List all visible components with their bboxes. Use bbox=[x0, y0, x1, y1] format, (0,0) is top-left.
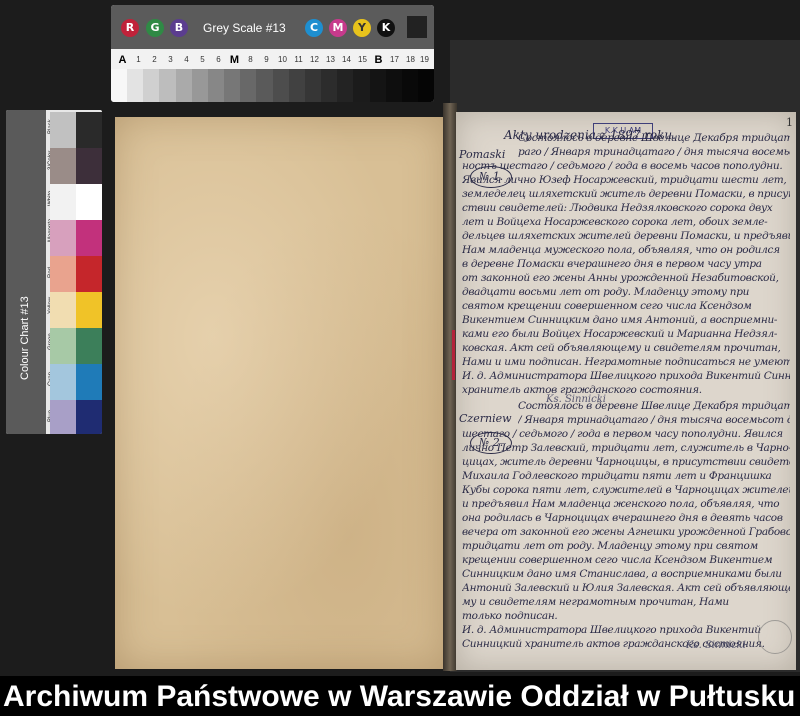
handwritten-line: И. д. Администратора Швелицкого прихода … bbox=[462, 370, 790, 382]
colour-swatch bbox=[76, 148, 102, 184]
handwritten-line: / Января тринадцатаго / дня тысяча восем… bbox=[518, 414, 790, 426]
colour-swatch bbox=[50, 364, 76, 400]
scale-label: 5 bbox=[200, 55, 205, 64]
archive-banner: Archiwum Państwowe w Warszawie Oddział w… bbox=[0, 676, 800, 716]
handwritten-line: ствии свидетелей: Людвика Недзялковского… bbox=[462, 202, 773, 214]
scale-label: 3 bbox=[168, 55, 173, 64]
page-number: 1 bbox=[786, 116, 793, 129]
handwritten-line: Михаила Годлевского тридцати пяти лет и … bbox=[462, 470, 772, 482]
colour-swatch bbox=[50, 328, 76, 364]
colour-swatch bbox=[76, 184, 102, 220]
colour-swatch bbox=[50, 256, 76, 292]
scale-label: 19 bbox=[420, 55, 429, 64]
handwritten-line: и предъявил Нам младенца женского пола, … bbox=[462, 498, 780, 510]
handwritten-line: тридцати лет от роду. Младенцу этому при… bbox=[462, 540, 758, 552]
scale-label: 15 bbox=[358, 55, 367, 64]
handwritten-line: Кубы сорока пяти лет, служителей в Чарно… bbox=[462, 484, 790, 496]
register-page: K.K.U.AM 1 Akty urodzenia z 1897 roku. P… bbox=[456, 112, 796, 670]
color-dot-blue: B bbox=[170, 19, 188, 37]
handwritten-line: ками его были Войцех Носаржевский и Мари… bbox=[462, 328, 778, 340]
handwritten-line: цицах, житель деревни Чарноцицы, в прису… bbox=[462, 456, 790, 468]
scale-label: 10 bbox=[278, 55, 287, 64]
handwritten-line: крещении совершенном сего числа Ксендзом… bbox=[462, 554, 773, 566]
handwritten-line: она родилась в Чарноцицах вчерашнего дня… bbox=[462, 512, 783, 524]
handwritten-line: Антоний Залевский и Юлия Залевская. Акт … bbox=[462, 582, 790, 594]
scale-label: 14 bbox=[342, 55, 351, 64]
colour-swatch bbox=[50, 220, 76, 256]
colour-swatch bbox=[76, 256, 102, 292]
handwritten-line: лет и Войцеха Носаржевского сорока лет, … bbox=[462, 216, 768, 228]
red-thread-marker bbox=[452, 330, 455, 380]
grey-scale-strip bbox=[111, 69, 434, 102]
handwritten-line: Синницким дано имя Станислава, а восприе… bbox=[462, 568, 782, 580]
colour-swatch bbox=[50, 112, 76, 148]
scale-label: 17 bbox=[390, 55, 399, 64]
color-dot-cyan: C bbox=[305, 19, 323, 37]
handwritten-line: Состоялось в деревне Швелице Декабря три… bbox=[518, 400, 790, 412]
colour-swatch bbox=[50, 400, 76, 434]
scale-label: 1 bbox=[136, 55, 141, 64]
scale-label: 4 bbox=[184, 55, 189, 64]
colour-swatch bbox=[76, 328, 102, 364]
colour-swatch bbox=[50, 148, 76, 184]
colour-chart-ruler: Colour Chart #13 bbox=[6, 110, 46, 434]
handwritten-line: Состоялось в деревне Швелице Декабря три… bbox=[518, 132, 790, 144]
color-dot-green: G bbox=[146, 19, 164, 37]
handwritten-line: от законной его жены Анны урожденной Нез… bbox=[462, 272, 779, 284]
scale-label: 8 bbox=[248, 55, 253, 64]
handwritten-line: только подписан. bbox=[462, 610, 558, 622]
handwritten-line: Нами и ими подписан. Неграмотные подписа… bbox=[462, 356, 790, 368]
book-spine bbox=[443, 103, 457, 671]
color-dot-black: K bbox=[377, 19, 395, 37]
handwritten-line: ковская. Акт сей объявляющему и свидетел… bbox=[462, 342, 781, 354]
kodak-logo-icon bbox=[407, 16, 427, 38]
handwritten-line: шестаго / седьмого / года в первом часу … bbox=[462, 428, 783, 440]
colour-swatch bbox=[76, 112, 102, 148]
archive-banner-text: Archiwum Państwowe w Warszawie Oddział w… bbox=[3, 680, 796, 713]
scale-label: B bbox=[374, 54, 383, 66]
handwritten-line: ностъ шестаго / седьмого / года в восемь… bbox=[462, 160, 783, 172]
scale-label: 2 bbox=[152, 55, 157, 64]
handwritten-line: дельцев шляхетских жителей деревни Помас… bbox=[462, 230, 790, 242]
scale-label: A bbox=[118, 54, 127, 66]
seal-icon bbox=[758, 620, 792, 654]
color-dot-red: R bbox=[121, 19, 139, 37]
colour-chart-card: Colour Chart #13 Blue Cyan Green Yellow … bbox=[6, 110, 102, 434]
handwritten-line: И. д. Администратора Швелицкого прихода … bbox=[462, 624, 761, 636]
colour-swatch bbox=[76, 292, 102, 328]
handwritten-line: Нам младенца мужеского пола, объявляя, ч… bbox=[462, 244, 780, 256]
handwritten-line: двадцати восьми лет от роду. Младенцу эт… bbox=[462, 286, 750, 298]
scale-label: 11 bbox=[294, 55, 303, 64]
handwritten-line: Явился лично Юзеф Носаржевский, тридцати… bbox=[462, 174, 787, 186]
handwritten-line: святом крещении совершенном сего числа К… bbox=[462, 300, 752, 312]
scale-label: 6 bbox=[216, 55, 221, 64]
color-dot-magenta: M bbox=[329, 19, 347, 37]
scale-label: M bbox=[229, 54, 240, 66]
grey-scale-header: R G B Grey Scale #13 C M Y K bbox=[111, 5, 434, 49]
colour-swatch bbox=[76, 220, 102, 256]
handwritten-line: Викентием Синницким дано имя Антоний, а … bbox=[462, 314, 778, 326]
grey-scale-numbers: A 1 2 3 4 5 6 M 8 9 10 11 12 13 14 15 B … bbox=[111, 51, 434, 69]
handwritten-line: лично Петр Залевский, тридцати лет, служ… bbox=[462, 442, 790, 454]
scale-label: 9 bbox=[264, 55, 269, 64]
handwritten-line: раго / Января тринадцатаго / дня тысяча … bbox=[518, 146, 790, 158]
grey-scale-card: R G B Grey Scale #13 C M Y K A 1 2 3 4 5… bbox=[111, 5, 434, 102]
handwritten-line: земледелец шляхетский житель деревни Пом… bbox=[462, 188, 790, 200]
grey-scale-title: Grey Scale #13 bbox=[203, 21, 286, 35]
scale-label: 13 bbox=[326, 55, 335, 64]
handwritten-line: вечера от законной его жены Агнешки урож… bbox=[462, 526, 790, 538]
scale-label: 18 bbox=[406, 55, 415, 64]
colour-swatch bbox=[76, 364, 102, 400]
handwritten-line: в деревне Помаски вчерашнего дня в перво… bbox=[462, 258, 762, 270]
colour-swatch bbox=[50, 184, 76, 220]
scale-label: 12 bbox=[310, 55, 319, 64]
margin-label-act2: Czerniew bbox=[459, 412, 512, 425]
colour-swatch bbox=[76, 400, 102, 434]
handwritten-line: му и свидетелям неграмотным прочитан, На… bbox=[462, 596, 729, 608]
colour-chart-title: Colour Chart #13 bbox=[19, 296, 31, 380]
colour-swatch bbox=[50, 292, 76, 328]
color-dot-yellow: Y bbox=[353, 19, 371, 37]
blank-left-page bbox=[115, 117, 446, 669]
